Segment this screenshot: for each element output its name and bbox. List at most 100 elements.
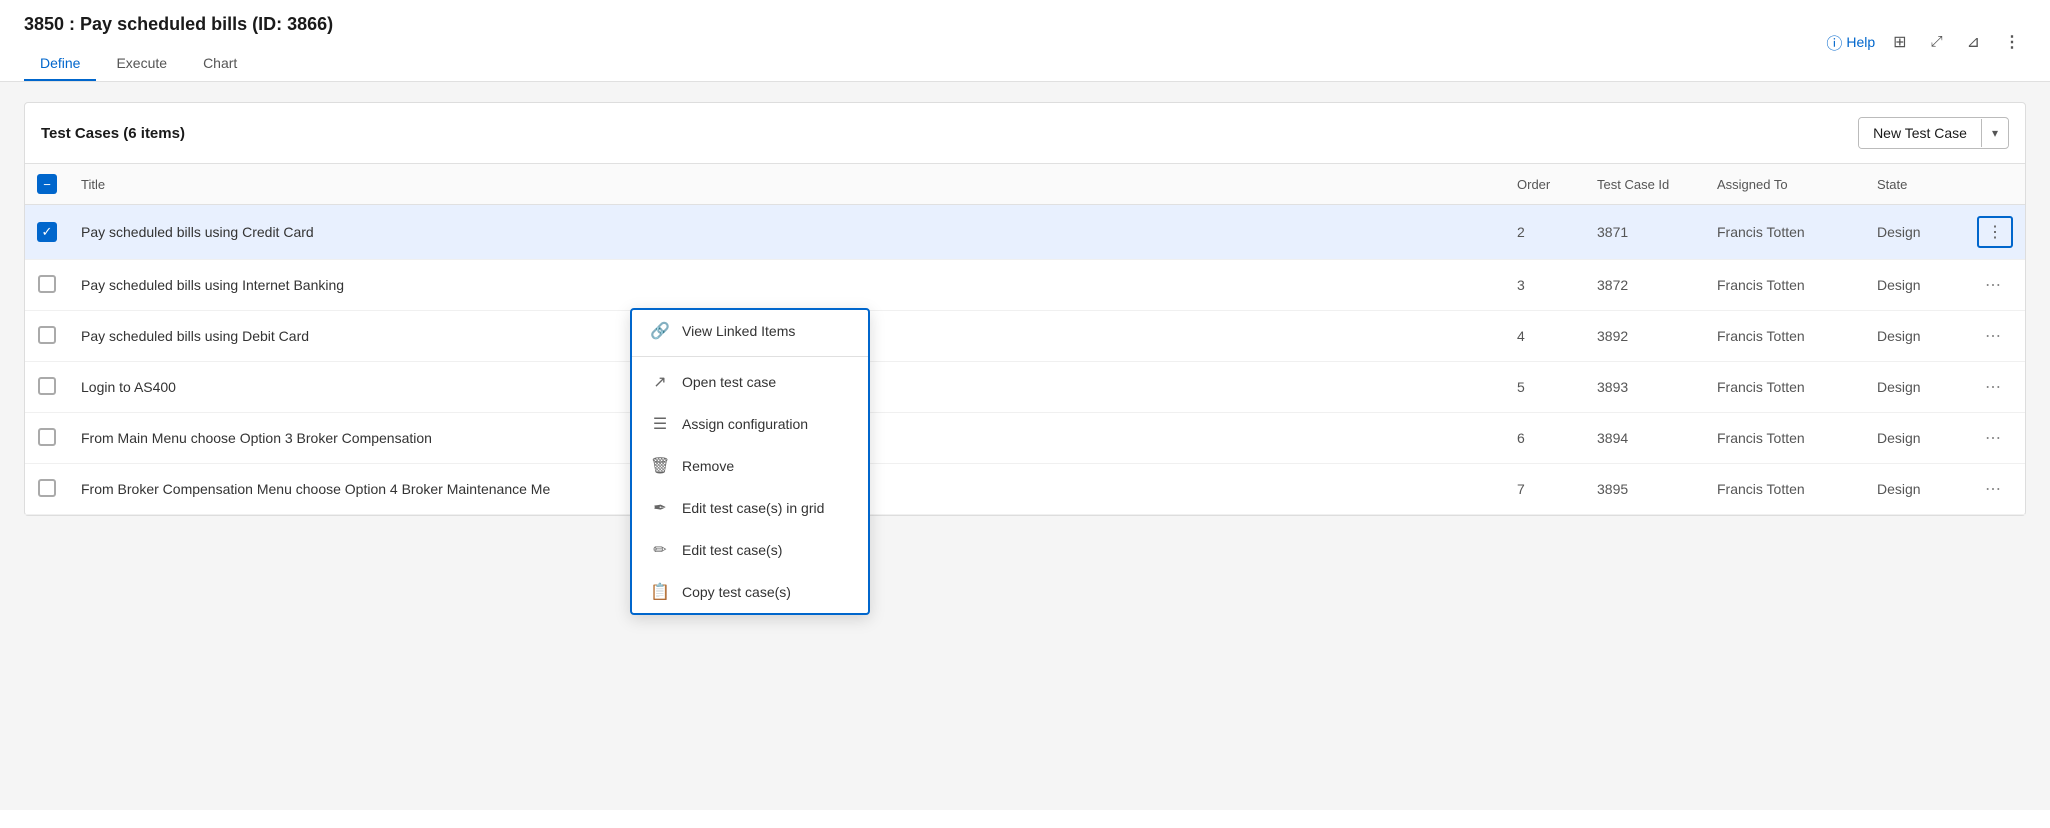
context-menu-label-edit-grid: Edit test case(s) in grid	[682, 500, 824, 516]
row-order-2: 3	[1505, 260, 1585, 311]
new-test-case-button[interactable]: New Test Case	[1859, 118, 1981, 148]
chevron-down-icon: ▾	[1992, 126, 1998, 140]
row-order-6: 7	[1505, 464, 1585, 515]
list-icon: ☰	[650, 414, 670, 434]
test-cases-table: − Title Order Test Case Id Assigned To S…	[25, 164, 2025, 515]
header-left: 3850 : Pay scheduled bills (ID: 3866) De…	[24, 14, 333, 81]
table-row: Pay scheduled bills using Debit Card 4 3…	[25, 311, 2025, 362]
context-menu-item-view-linked[interactable]: 🔗 View Linked Items	[632, 310, 868, 352]
table-row: From Main Menu choose Option 3 Broker Co…	[25, 413, 2025, 464]
context-menu-item-open-test[interactable]: ↗ Open test case	[632, 361, 868, 403]
context-menu-item-edit-grid[interactable]: ✒ Edit test case(s) in grid	[632, 487, 868, 529]
column-header-order: Order	[1505, 164, 1585, 205]
row-order-4: 5	[1505, 362, 1585, 413]
column-header-action	[1965, 164, 2025, 205]
row-action-2: ⋯	[1965, 260, 2025, 311]
header: 3850 : Pay scheduled bills (ID: 3866) De…	[0, 0, 2050, 82]
row-id-4: 3893	[1585, 362, 1705, 413]
row-assigned-1: Francis Totten	[1705, 205, 1865, 260]
row-checkbox-1[interactable]: ✓	[37, 222, 57, 242]
row-state-3: Design	[1865, 311, 1965, 362]
row-action-3: ⋯	[1965, 311, 2025, 362]
new-test-case-btn-group: New Test Case ▾	[1858, 117, 2009, 149]
edit-grid-icon: ✒	[650, 498, 670, 518]
row-action-4: ⋯	[1965, 362, 2025, 413]
row-checkbox-2[interactable]	[38, 275, 56, 293]
row-state-6: Design	[1865, 464, 1965, 515]
context-menu-item-copy[interactable]: 📋 Copy test case(s)	[632, 571, 868, 613]
row-id-2: 3872	[1585, 260, 1705, 311]
grid-view-button[interactable]: ⊞	[1887, 28, 1912, 56]
row-action-1: ⋮	[1965, 205, 2025, 260]
row-checkbox-3[interactable]	[38, 326, 56, 344]
context-menu-item-edit[interactable]: ✏ Edit test case(s)	[632, 529, 868, 571]
tab-define[interactable]: Define	[24, 47, 96, 81]
row-checkbox-6[interactable]	[38, 479, 56, 497]
context-menu-item-remove[interactable]: 🗑 Remove	[632, 445, 868, 487]
table-header-row: − Title Order Test Case Id Assigned To S…	[25, 164, 2025, 205]
row-more-button-4[interactable]: ⋯	[1977, 373, 2009, 401]
context-menu-label-view-linked: View Linked Items	[682, 323, 795, 339]
help-label: Help	[1846, 34, 1875, 50]
row-order-3: 4	[1505, 311, 1585, 362]
row-state-2: Design	[1865, 260, 1965, 311]
row-checkbox-cell	[25, 260, 69, 311]
column-header-test-case-id: Test Case Id	[1585, 164, 1705, 205]
row-id-6: 3895	[1585, 464, 1705, 515]
more-options-button[interactable]: ⋮	[1998, 28, 2026, 56]
row-action-6: ⋯	[1965, 464, 2025, 515]
tab-execute[interactable]: Execute	[100, 47, 183, 81]
filter-icon: ⊿	[1967, 32, 1980, 52]
link-icon: 🔗	[650, 321, 670, 341]
column-header-title: Title	[69, 164, 1505, 205]
tabs: Define Execute Chart	[24, 47, 333, 81]
row-assigned-2: Francis Totten	[1705, 260, 1865, 311]
row-checkbox-cell	[25, 311, 69, 362]
content: Test Cases (6 items) New Test Case ▾ −	[0, 82, 2050, 810]
context-menu-label-remove: Remove	[682, 458, 734, 474]
help-circle-icon: ⓘ	[1826, 30, 1842, 54]
row-id-1: 3871	[1585, 205, 1705, 260]
row-state-5: Design	[1865, 413, 1965, 464]
row-assigned-5: Francis Totten	[1705, 413, 1865, 464]
row-state-4: Design	[1865, 362, 1965, 413]
panel-header: Test Cases (6 items) New Test Case ▾	[25, 103, 2025, 164]
row-more-button-5[interactable]: ⋯	[1977, 424, 2009, 452]
row-checkbox-5[interactable]	[38, 428, 56, 446]
row-title-2: Pay scheduled bills using Internet Banki…	[69, 260, 1505, 311]
test-cases-panel: Test Cases (6 items) New Test Case ▾ −	[24, 102, 2026, 516]
tab-chart[interactable]: Chart	[187, 47, 253, 81]
row-id-5: 3894	[1585, 413, 1705, 464]
context-menu-item-assign-config[interactable]: ☰ Assign configuration	[632, 403, 868, 445]
context-menu-label-open-test: Open test case	[682, 374, 776, 390]
row-action-5: ⋯	[1965, 413, 2025, 464]
table-container: − Title Order Test Case Id Assigned To S…	[25, 164, 2025, 515]
row-more-button-1[interactable]: ⋮	[1977, 216, 2013, 248]
context-menu-label-assign-config: Assign configuration	[682, 416, 808, 432]
header-right: ⓘ Help ⊞ ⤢ ⊿ ⋮	[1826, 28, 2026, 68]
column-header-checkbox: −	[25, 164, 69, 205]
row-checkbox-cell	[25, 413, 69, 464]
expand-icon: ⤢	[1931, 33, 1943, 50]
row-more-button-6[interactable]: ⋯	[1977, 475, 2009, 503]
select-all-checkbox[interactable]: −	[37, 174, 57, 194]
row-title-1: Pay scheduled bills using Credit Card	[69, 205, 1505, 260]
new-test-case-dropdown-button[interactable]: ▾	[1981, 119, 2008, 147]
trash-icon: 🗑	[650, 456, 670, 476]
row-checkbox-cell: ✓	[25, 205, 69, 260]
row-assigned-6: Francis Totten	[1705, 464, 1865, 515]
expand-button[interactable]: ⤢	[1925, 29, 1949, 54]
row-more-button-2[interactable]: ⋯	[1977, 271, 2009, 299]
row-checkbox-4[interactable]	[38, 377, 56, 395]
table-row: Login to AS400 5 3893 Francis Totten Des…	[25, 362, 2025, 413]
copy-icon: 📋	[650, 582, 670, 602]
context-menu-label-edit: Edit test case(s)	[682, 542, 782, 558]
filter-button[interactable]: ⊿	[1961, 28, 1986, 56]
row-checkbox-cell	[25, 464, 69, 515]
help-link[interactable]: ⓘ Help	[1826, 30, 1875, 54]
table-row: Pay scheduled bills using Internet Banki…	[25, 260, 2025, 311]
open-icon: ↗	[650, 372, 670, 392]
row-more-button-3[interactable]: ⋯	[1977, 322, 2009, 350]
app-container: 3850 : Pay scheduled bills (ID: 3866) De…	[0, 0, 2050, 828]
column-header-assigned-to: Assigned To	[1705, 164, 1865, 205]
